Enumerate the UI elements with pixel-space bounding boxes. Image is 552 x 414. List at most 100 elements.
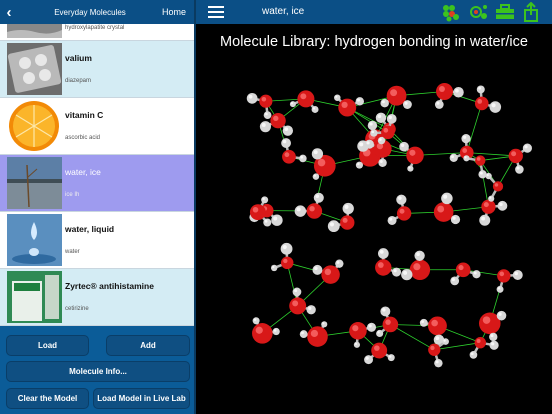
menu-icon[interactable] [208,6,224,18]
oxygen-highlight [300,93,307,100]
hydrogen-atom [294,205,307,217]
toolbox-icon[interactable] [494,2,516,22]
oxygen-highlight [476,338,481,343]
oxygen-highlight [385,319,391,325]
load-button[interactable]: Load [6,335,89,356]
list-item[interactable]: Zyrtec® antihistamine cetirizine [0,269,194,326]
back-chevron-icon[interactable]: ‹ [0,4,18,21]
hydrogen-atom [399,141,409,152]
oxygen-highlight [383,127,389,133]
hydrogen-highlight [435,336,440,341]
hydrogen-atom [386,113,397,124]
hydrogen-highlight [314,266,318,271]
list-item-subtitle: ascorbic acid [65,135,101,141]
hydrogen-atom [378,158,387,167]
hydrogen-highlight [371,130,375,134]
hydrogen-highlight [436,101,440,105]
load-live-lab-button[interactable]: Load Model in Live Lab [93,388,190,409]
hydrogen-highlight [490,334,494,338]
hydrogen-highlight [366,141,370,145]
left-nav-title: Everyday Molecules [54,7,126,17]
list-item[interactable]: water, liquid water [0,212,194,269]
hydrogen-atom [442,338,449,345]
hydrogen-atom [252,317,260,325]
hydrogen-atom [282,125,294,136]
list-item-name: water, liquid [65,224,115,234]
viewer-heading: Molecule Library: hydrogen bonding in wa… [220,34,528,50]
oxygen-atom [297,90,315,108]
hydrogen-atom [472,270,481,279]
hydrogen-highlight [313,150,318,155]
oxygen-atom [381,125,395,140]
oxygen-highlight [409,149,416,156]
oxygen-atom [382,316,399,333]
oxygen-highlight [476,157,481,161]
share-icon[interactable] [520,1,542,22]
oxygen-highlight [483,202,489,208]
hydrogen-atom [450,276,460,286]
hydrogen-atom [312,264,323,275]
hydrogen-highlight [273,329,277,332]
hydrogen-atom [299,154,307,163]
clear-model-button[interactable]: Clear the Model [6,388,89,409]
hydrogen-atom [280,242,293,255]
hydrogen-highlight [282,244,287,250]
oxygen-highlight [477,99,483,104]
hydrogen-atom [313,192,324,203]
molecule-info-button[interactable]: Molecule Info... [6,361,190,382]
oxygen-highlight [283,258,288,264]
hydrogen-highlight [381,100,385,104]
hydrogen-highlight [498,312,502,316]
hydrogen-highlight [470,352,474,356]
hydrogen-atom [450,214,461,225]
oxygen-highlight [390,89,398,97]
oxygen-highlight [438,86,445,92]
molecule-grid-icon[interactable] [440,2,462,22]
oxygen-atom [474,336,487,349]
bone-thumbnail [7,24,62,38]
oxygen-highlight [324,268,332,276]
allergy-box-thumbnail [7,271,62,323]
hydrogen-atom [496,285,504,293]
hydrogen-highlight [400,143,405,147]
hydrogen-highlight [315,194,320,199]
oxygen-atom [375,259,392,276]
hydrogen-atom [272,327,280,336]
hydrogen-highlight [491,342,495,346]
oxygen-atom [340,215,355,230]
hydrogen-bond [466,152,516,157]
list-item-name: Zyrtec® antihistamine [65,281,154,291]
hydrogen-highlight [248,94,253,99]
oxygen-atom [428,316,447,336]
oxygen-atom [349,322,367,340]
list-item[interactable]: vitamin C ascorbic acid [0,98,194,155]
hydrogen-atom [355,97,364,106]
hydrogen-highlight [359,142,364,147]
hydrogen-atom [263,218,272,227]
hydrogen-highlight [300,155,304,159]
list-item-selected[interactable]: water, ice ice Ih [0,155,194,212]
oxygen-atom [508,148,523,164]
oxygen-highlight [252,206,259,213]
oxygen-highlight [458,265,464,271]
oxygen-atom [270,112,286,129]
add-button[interactable]: Add [106,335,190,356]
hydrogen-highlight [336,260,340,264]
oxygen-atom [249,204,266,221]
list-item[interactable]: valium diazepam [0,41,194,98]
list-item-subtitle: hydroxylapatite crystal [65,25,125,31]
hydrogen-atom [259,121,271,133]
hydrogen-atom [453,87,464,98]
oxygen-highlight [482,316,491,324]
hydrogen-atom [380,306,391,317]
molecule-3d-view[interactable] [196,55,552,414]
oxygen-atom [259,94,273,108]
rotate-molecule-icon[interactable] [468,2,490,22]
hydrogen-bond [466,103,483,153]
hydrogen-highlight [322,322,325,325]
list-item[interactable]: hydroxylapatite crystal [0,24,194,41]
hydrogen-atom [370,129,378,137]
hydrogen-highlight [481,216,486,221]
hydrogen-highlight [357,162,360,166]
home-button[interactable]: Home [162,7,194,17]
